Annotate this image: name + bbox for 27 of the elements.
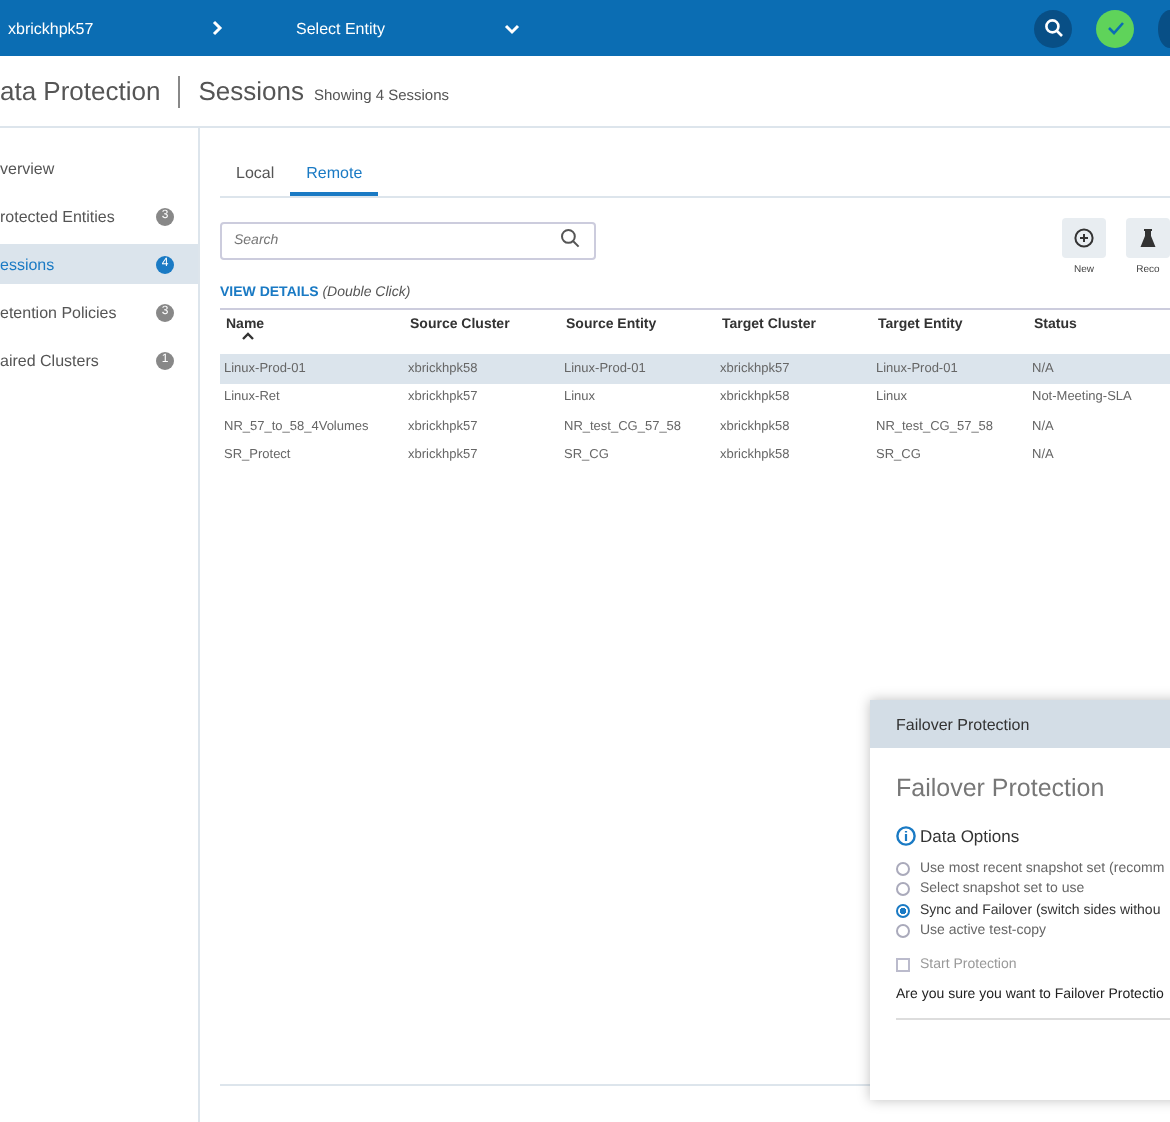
dialog-title: Failover Protection <box>896 774 1107 802</box>
search-button[interactable] <box>1034 9 1072 47</box>
info-icon <box>896 826 916 846</box>
new-button[interactable] <box>1062 218 1106 258</box>
system-name[interactable]: xbrickhpk57 <box>8 19 94 37</box>
chevron-right-icon <box>208 20 224 36</box>
section-title: Sessions <box>198 76 304 106</box>
flask-icon <box>1140 228 1156 248</box>
page-title: ata Protection <box>0 75 181 107</box>
radio-button[interactable] <box>896 882 910 897</box>
recover-button[interactable] <box>1126 218 1170 258</box>
tab[interactable]: Remote <box>290 156 379 196</box>
checkmark-icon <box>1105 18 1125 38</box>
radio-button[interactable] <box>896 903 910 918</box>
dialog-header: Failover Protection <box>870 700 1170 748</box>
search-icon <box>560 227 580 247</box>
radio-button[interactable] <box>896 861 910 876</box>
search-icon <box>1043 18 1063 38</box>
plus-circle-icon <box>1074 228 1094 248</box>
chevron-down-icon <box>504 20 520 36</box>
entity-select[interactable]: Select Entity <box>296 19 385 37</box>
status-button[interactable] <box>1096 9 1134 47</box>
sidebar-item[interactable]: verview <box>0 148 198 188</box>
section-label: Data Options <box>920 826 1020 846</box>
sort-caret-icon <box>242 332 254 340</box>
tab[interactable]: Local <box>220 156 291 196</box>
radio-button[interactable] <box>896 924 910 939</box>
